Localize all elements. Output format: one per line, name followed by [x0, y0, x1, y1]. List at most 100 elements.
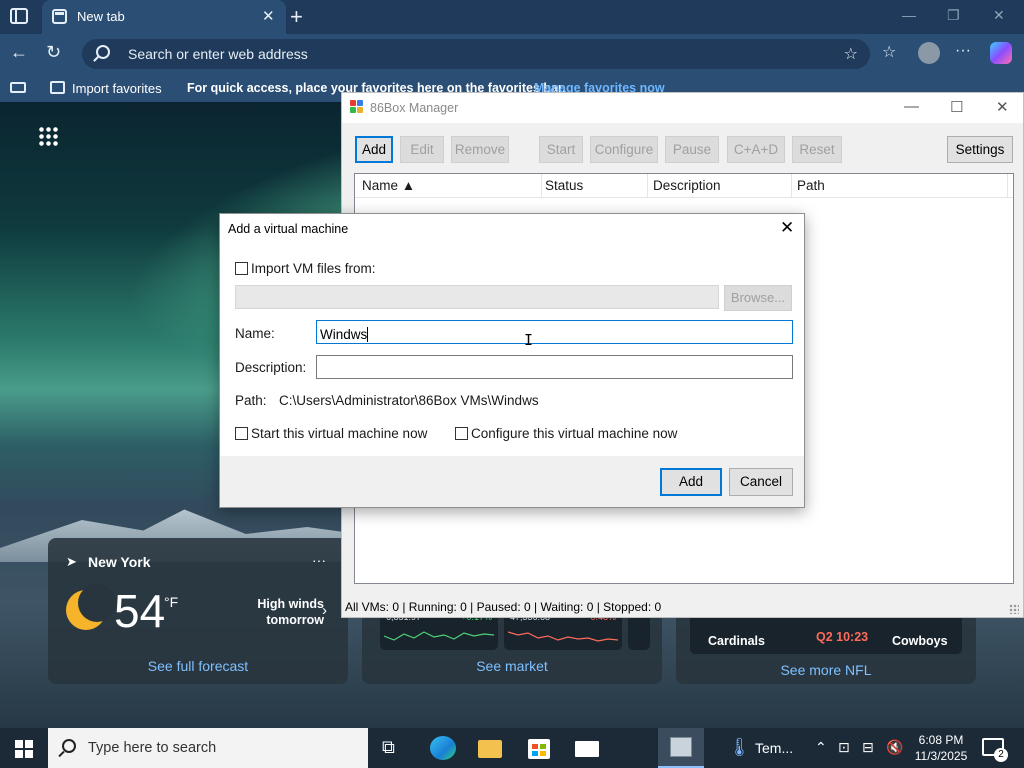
manager-title-bar[interactable]: 86Box Manager — ☐ ✕	[342, 93, 1023, 123]
import-path-field[interactable]	[235, 285, 719, 309]
manager-maximize-icon[interactable]: ☐	[950, 98, 963, 116]
task-view-icon[interactable]: ⧉	[382, 737, 395, 758]
search-icon	[62, 739, 76, 753]
favorite-star-icon[interactable]: ☆	[844, 44, 858, 64]
see-market-link[interactable]: See market	[362, 658, 662, 674]
settings-button[interactable]: Settings	[947, 136, 1013, 163]
apps-launcher-icon[interactable]	[38, 126, 58, 146]
see-more-nfl-link[interactable]: See more NFL	[676, 662, 976, 678]
import-vm-checkbox[interactable]	[235, 262, 248, 275]
text-cursor-icon: I	[524, 331, 534, 349]
file-explorer-icon[interactable]	[476, 734, 506, 762]
clock-time: 6:08 PM	[918, 733, 964, 747]
network-icon[interactable]: ⊟	[862, 739, 874, 756]
windows-start-icon[interactable]	[15, 740, 33, 758]
resize-grip-icon[interactable]	[1009, 604, 1019, 614]
edit-button[interactable]: Edit	[400, 136, 444, 163]
manager-close-icon[interactable]: ✕	[996, 98, 1009, 116]
column-divider[interactable]	[791, 174, 792, 198]
column-divider[interactable]	[541, 174, 542, 198]
weather-unit: °F	[164, 594, 179, 610]
start-now-label[interactable]: Start this virtual machine now	[251, 426, 427, 441]
thermometer-icon[interactable]: 🌡	[728, 737, 751, 758]
browser-close-icon[interactable]: ✕	[993, 7, 1005, 24]
configure-button[interactable]: Configure	[590, 136, 658, 163]
browser-minimize-icon[interactable]: —	[902, 7, 916, 23]
market-sparkline	[508, 631, 618, 642]
column-divider[interactable]	[647, 174, 648, 198]
configure-now-label[interactable]: Configure this virtual machine now	[471, 426, 677, 441]
tab-actions-icon[interactable]	[10, 8, 28, 24]
dialog-title: Add a virtual machine	[228, 222, 349, 236]
import-vm-label[interactable]: Import VM files from:	[251, 261, 376, 276]
market-card[interactable]: 6,851.97 +0.17% 47,336.68 -0.48% See mar…	[362, 608, 662, 684]
favorites-icon[interactable]: ☆	[882, 42, 896, 62]
start-button[interactable]: Start	[539, 136, 583, 163]
dialog-cancel-button[interactable]: Cancel	[729, 468, 793, 496]
volume-muted-icon[interactable]: 🔇	[886, 739, 903, 756]
import-favorites-button[interactable]: Import favorites	[72, 81, 162, 96]
manager-minimize-icon[interactable]: —	[904, 98, 919, 115]
mail-icon[interactable]	[572, 734, 602, 762]
weather-location[interactable]: New York	[88, 554, 151, 570]
chevron-right-icon[interactable]: ›	[322, 602, 327, 619]
pause-button[interactable]: Pause	[665, 136, 719, 163]
tray-overflow-icon[interactable]: ⌃	[815, 739, 827, 756]
remove-button[interactable]: Remove	[451, 136, 509, 163]
86box-app-icon	[670, 737, 692, 757]
tab-close-icon[interactable]: ✕	[262, 7, 275, 25]
vm-list-header: Name ▲ Status Description Path	[355, 174, 1013, 198]
back-icon[interactable]: ←	[10, 42, 28, 63]
dialog-add-button[interactable]: Add	[660, 468, 722, 496]
weather-alert[interactable]: High winds tomorrow	[238, 596, 324, 628]
profile-avatar[interactable]	[918, 42, 940, 64]
nfl-game-tile[interactable]: Cardinals Q2 10:23 Cowboys	[690, 612, 962, 654]
dialog-title-bar[interactable]: Add a virtual machine ✕	[220, 214, 804, 244]
add-button[interactable]: Add	[355, 136, 393, 163]
browse-button[interactable]: Browse...	[724, 285, 792, 311]
copilot-icon[interactable]	[990, 42, 1012, 64]
column-status[interactable]: Status	[545, 178, 583, 193]
vm-path-value: C:\Users\Administrator\86Box VMs\Windws	[279, 393, 539, 408]
ctrl-alt-del-button[interactable]: C+A+D	[727, 136, 785, 163]
weather-more-icon[interactable]: ···	[312, 552, 326, 568]
see-full-forecast-link[interactable]: See full forecast	[48, 658, 348, 674]
column-path[interactable]: Path	[797, 178, 825, 193]
taskbar-86box-app[interactable]	[658, 728, 704, 768]
reset-button[interactable]: Reset	[792, 136, 842, 163]
vm-status-summary: All VMs: 0 | Running: 0 | Paused: 0 | Wa…	[345, 600, 662, 614]
configure-now-checkbox[interactable]	[455, 427, 468, 440]
column-description[interactable]: Description	[653, 178, 721, 193]
store-icon[interactable]	[524, 734, 554, 762]
manager-status-bar: All VMs: 0 | Running: 0 | Paused: 0 | Wa…	[342, 597, 1023, 617]
location-arrow-icon: ➤	[66, 554, 77, 569]
address-bar[interactable]: Search or enter web address ☆	[82, 39, 870, 69]
vm-description-input[interactable]	[316, 355, 793, 379]
taskbar-weather-text[interactable]: Tem...	[755, 740, 793, 756]
nfl-card[interactable]: Cardinals Q2 10:23 Cowboys See more NFL	[676, 608, 976, 684]
manager-title: 86Box Manager	[370, 101, 459, 115]
more-menu-icon[interactable]: ···	[955, 42, 971, 60]
start-now-checkbox[interactable]	[235, 427, 248, 440]
tab-new-tab[interactable]: New tab ✕	[42, 0, 286, 34]
edge-icon[interactable]	[428, 734, 458, 762]
market-sparkline	[384, 631, 494, 641]
address-bar-row: ← ↻ Search or enter web address ☆ ☆ ···	[0, 34, 1024, 74]
column-name[interactable]: Name ▲	[362, 178, 415, 193]
add-vm-dialog: Add a virtual machine ✕ Import VM files …	[219, 213, 805, 508]
import-icon	[50, 81, 65, 94]
taskbar-clock[interactable]: 6:08 PM 11/3/2025	[908, 732, 974, 764]
browser-restore-icon[interactable]: ❐	[947, 7, 960, 24]
refresh-icon[interactable]: ↻	[46, 42, 61, 63]
tray-app-icon[interactable]: ⊡	[838, 739, 850, 756]
team-name: Cowboys	[892, 634, 948, 648]
vm-name-input[interactable]: Windws	[316, 320, 793, 344]
new-tab-button[interactable]: +	[290, 4, 303, 30]
dialog-close-icon[interactable]: ✕	[780, 218, 794, 238]
86box-logo-icon	[350, 100, 364, 114]
favorites-toggle-icon[interactable]	[10, 82, 26, 93]
taskbar-search[interactable]: Type here to search	[48, 728, 368, 768]
weather-card[interactable]: ➤ New York ··· 54 °F High winds tomorrow…	[48, 538, 348, 684]
moon-icon	[66, 584, 116, 630]
column-divider[interactable]	[1007, 174, 1008, 198]
